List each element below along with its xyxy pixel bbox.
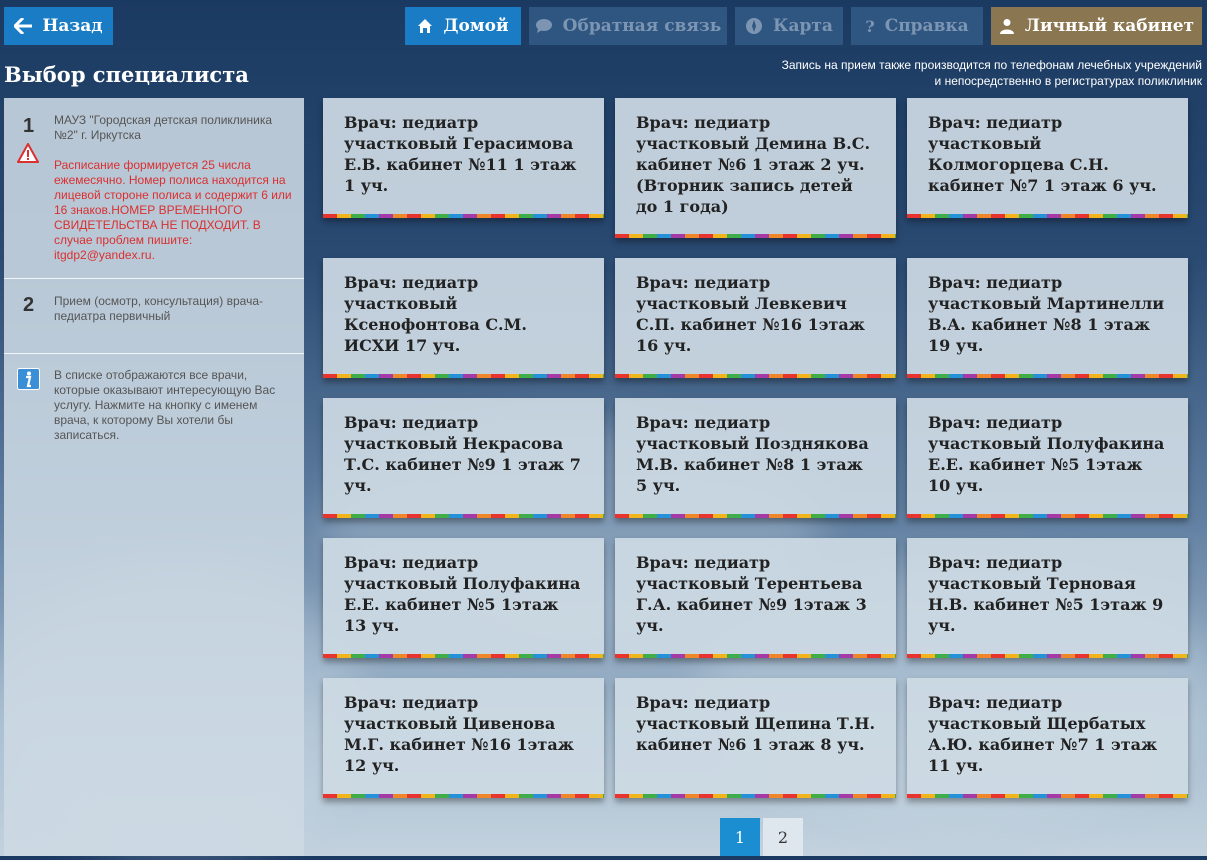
doctor-name: Врач: педиатр участковый Некрасова Т.С. … — [344, 413, 581, 495]
home-button[interactable]: Домой — [405, 7, 521, 45]
back-label: Назад — [42, 16, 103, 36]
doctor-card[interactable]: Врач: педиатр участковый Терентьева Г.А.… — [615, 538, 896, 658]
color-stripe — [323, 794, 604, 798]
doctor-card[interactable]: Врач: педиатр участковый Некрасова Т.С. … — [323, 398, 604, 518]
clinic-name: МАУЗ "Городская детская поликлиника №2" … — [54, 113, 273, 142]
top-navigation: Назад Домой Обратная связь Карта ? Справ… — [0, 0, 1207, 52]
schedule-warning: Расписание формируется 25 числа ежемесяч… — [54, 158, 292, 262]
doctor-name: Врач: педиатр участковый Терентьева Г.А.… — [636, 553, 867, 635]
doctor-card[interactable]: Врач: педиатр участковый Терновая Н.В. к… — [907, 538, 1188, 658]
doctor-card[interactable]: Врач: педиатр участковый Щепина Т.Н. каб… — [615, 678, 896, 798]
notice-line-2: и непосредственно в регистратурах поликл… — [934, 74, 1202, 88]
feedback-button[interactable]: Обратная связь — [529, 7, 727, 45]
doctor-name: Врач: педиатр участковый Позднякова М.В.… — [636, 413, 869, 495]
help-label: Справка — [884, 16, 969, 36]
doctor-card[interactable]: Врач: педиатр участковый Полуфакина Е.Е.… — [323, 538, 604, 658]
user-icon — [999, 18, 1015, 34]
personal-cabinet-button[interactable]: Личный кабинет — [991, 7, 1202, 45]
notice-line-1: Запись на прием также производится по те… — [781, 58, 1202, 72]
page-2-button[interactable]: 2 — [763, 818, 803, 856]
doctor-name: Врач: педиатр участковый Щербатых А.Ю. к… — [928, 693, 1158, 775]
info-icon — [17, 368, 40, 395]
divider — [4, 278, 304, 279]
doctor-name: Врач: педиатр участковый Мартинелли В.А.… — [928, 273, 1165, 355]
doctor-name: Врач: педиатр участковый Терновая Н.В. к… — [928, 553, 1164, 635]
info-text: В списке отображаются все врачи, которые… — [54, 368, 276, 442]
page-1-button[interactable]: 1 — [720, 818, 760, 856]
arrow-left-icon — [14, 18, 33, 34]
home-icon — [417, 18, 433, 34]
doctor-name: Врач: педиатр участковый Полуфакина Е.Е.… — [928, 413, 1165, 495]
step-number: 1 — [23, 115, 35, 137]
map-button[interactable]: Карта — [735, 7, 843, 45]
doctor-card[interactable]: Врач: педиатр участковый Колмогорцева С.… — [907, 98, 1188, 218]
doctor-name: Врач: педиатр участковый Цивенова М.Г. к… — [344, 693, 574, 775]
phone-notice: Запись на прием также производится по те… — [682, 57, 1202, 89]
home-label: Домой — [443, 16, 509, 36]
page-title: Выбор специалиста — [4, 62, 249, 87]
help-button[interactable]: ? Справка — [851, 7, 983, 45]
color-stripe — [615, 794, 896, 798]
map-label: Карта — [773, 16, 833, 36]
doctor-card[interactable]: Врач: педиатр участковый Ксенофонтова С.… — [323, 258, 604, 378]
color-stripe — [615, 654, 896, 658]
color-stripe — [907, 514, 1188, 518]
doctor-card[interactable]: Врач: педиатр участковый Цивенова М.Г. к… — [323, 678, 604, 798]
compass-icon — [745, 17, 763, 35]
doctor-name: Врач: педиатр участковый Демина В.С. каб… — [636, 113, 871, 216]
chat-bubble-icon — [535, 18, 553, 34]
color-stripe — [615, 374, 896, 378]
doctor-card[interactable]: Врач: педиатр участковый Позднякова М.В.… — [615, 398, 896, 518]
color-stripe — [615, 514, 896, 518]
divider — [4, 353, 304, 354]
color-stripe — [907, 374, 1188, 378]
doctor-card[interactable]: Врач: педиатр участковый Левкевич С.П. к… — [615, 258, 896, 378]
pagination: 1 2 — [720, 818, 803, 856]
color-stripe — [615, 234, 896, 238]
color-stripe — [907, 214, 1188, 218]
step-number: 2 — [23, 294, 35, 316]
question-icon: ? — [865, 16, 875, 36]
doctor-card[interactable]: Врач: педиатр участковый Мартинелли В.А.… — [907, 258, 1188, 378]
color-stripe — [323, 654, 604, 658]
warning-icon — [17, 143, 39, 168]
feedback-label: Обратная связь — [562, 16, 722, 36]
cabinet-label: Личный кабинет — [1024, 16, 1195, 36]
color-stripe — [323, 214, 604, 218]
color-stripe — [907, 794, 1188, 798]
color-stripe — [907, 654, 1188, 658]
doctor-name: Врач: педиатр участковый Ксенофонтова С.… — [344, 273, 527, 355]
doctor-card[interactable]: Врач: педиатр участковый Демина В.С. каб… — [615, 98, 896, 238]
doctor-name: Врач: педиатр участковый Левкевич С.П. к… — [636, 273, 865, 355]
doctor-name: Врач: педиатр участковый Щепина Т.Н. каб… — [636, 693, 876, 754]
doctor-card[interactable]: Врач: педиатр участковый Полуфакина Е.Е.… — [907, 398, 1188, 518]
doctor-name: Врач: педиатр участковый Полуфакина Е.Е.… — [344, 553, 581, 635]
color-stripe — [323, 514, 604, 518]
back-button[interactable]: Назад — [4, 7, 113, 45]
service-name: Прием (осмотр, консультация) врача-педиа… — [54, 294, 263, 323]
doctor-name: Врач: педиатр участковый Герасимова Е.В.… — [344, 113, 577, 195]
sidebar-steps: 1 МАУЗ "Городская детская поликлиника №2… — [4, 98, 304, 856]
doctor-name: Врач: педиатр участковый Колмогорцева С.… — [928, 113, 1157, 195]
color-stripe — [323, 374, 604, 378]
doctor-card[interactable]: Врач: педиатр участковый Щербатых А.Ю. к… — [907, 678, 1188, 798]
doctor-card[interactable]: Врач: педиатр участковый Герасимова Е.В.… — [323, 98, 604, 218]
